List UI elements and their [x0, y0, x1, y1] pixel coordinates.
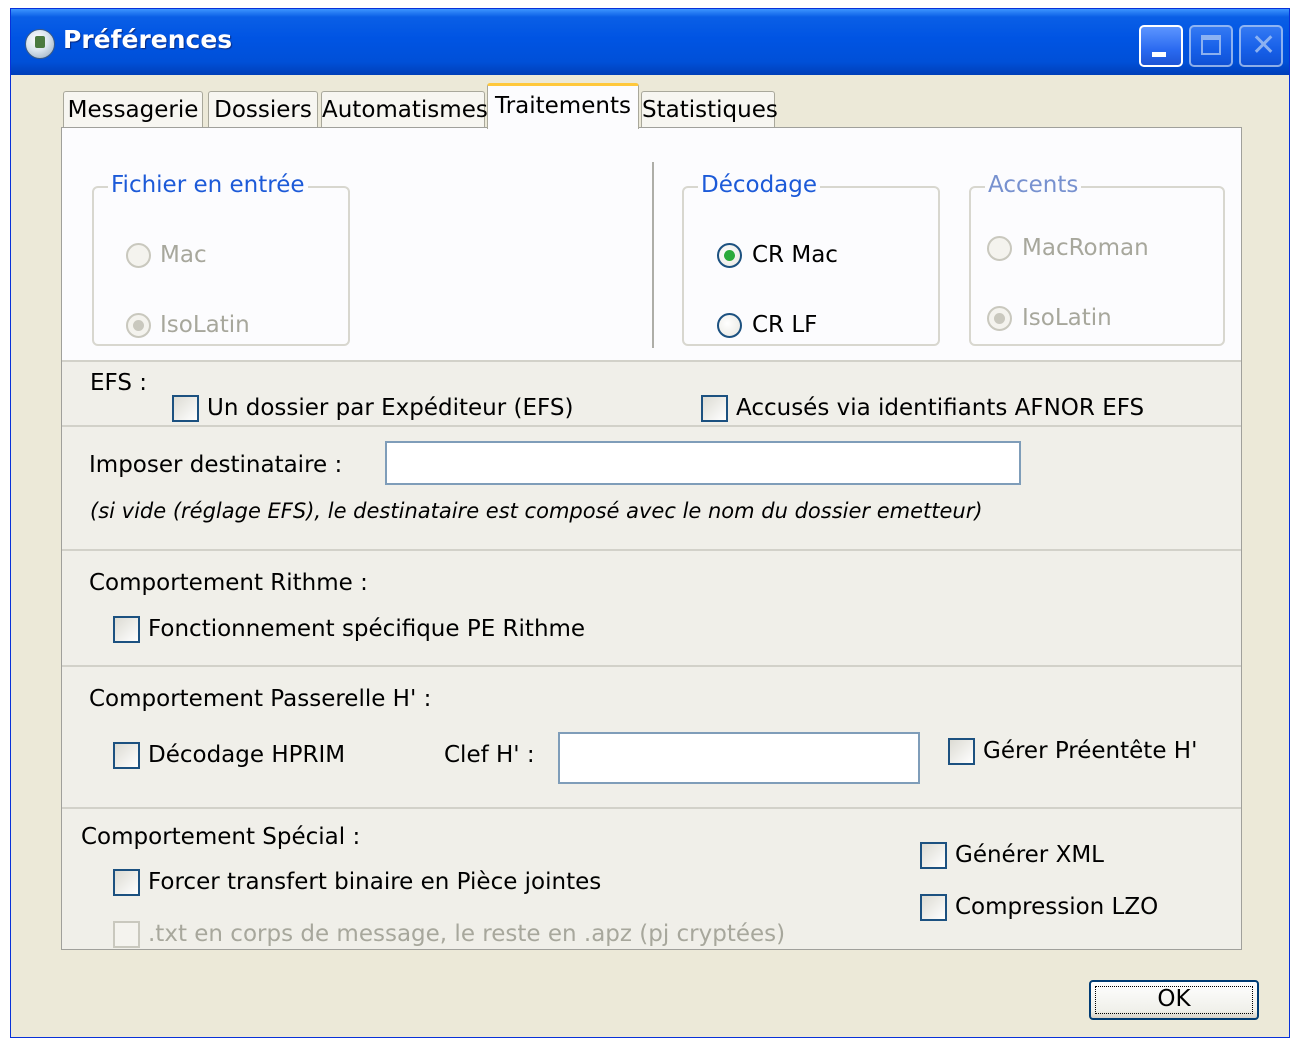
preferences-window: Préférences ✕ Messagerie Dossiers Automa… [10, 8, 1290, 1038]
efs-dossier-checkbox[interactable] [172, 395, 199, 422]
passerelle-label: Comportement Passerelle H' : [89, 686, 432, 712]
preentete-checkbox[interactable] [948, 738, 975, 765]
tab-statistiques[interactable]: Statistiques [641, 91, 778, 129]
separator-special [62, 807, 1241, 809]
accents-macroman-radio [987, 236, 1012, 261]
efs-afnor-label[interactable]: Accusés via identifiants AFNOR EFS [736, 393, 1144, 423]
rithme-label: Comportement Rithme : [89, 570, 368, 596]
fichier-isolatin-label: IsoLatin [160, 312, 250, 338]
decodage-crmac-radio[interactable] [717, 243, 742, 268]
ok-label: OK [1157, 986, 1191, 1012]
minimize-button[interactable] [1139, 25, 1183, 67]
efs-label: EFS : [90, 370, 148, 396]
special-label: Comportement Spécial : [81, 824, 361, 850]
accents-legend: Accents [985, 170, 1082, 200]
tab-traitements[interactable]: Traitements [487, 83, 639, 129]
txt-corps-label: .txt en corps de message, le reste en .a… [148, 921, 786, 947]
fichier-isolatin-radio [126, 313, 151, 338]
hprim-label[interactable]: Décodage HPRIM [148, 740, 345, 770]
generer-xml-checkbox[interactable] [920, 842, 947, 869]
destinataire-label: Imposer destinataire : [89, 452, 343, 478]
window-title: Préférences [63, 25, 233, 54]
close-button: ✕ [1239, 25, 1283, 67]
traitements-pane: Fichier en entrée Mac IsoLatin Décodage … [61, 127, 1242, 950]
title-bar[interactable]: Préférences ✕ [11, 9, 1289, 75]
decodage-crlf-label[interactable]: CR LF [752, 310, 817, 340]
compression-lzo-checkbox[interactable] [920, 894, 947, 921]
maximize-button [1189, 25, 1233, 67]
fichier-mac-label: Mac [160, 242, 207, 268]
destinataire-hint: (si vide (réglage EFS), le destinataire … [90, 499, 983, 523]
clef-label: Clef H' : [444, 742, 535, 768]
separator-passerelle [62, 665, 1241, 667]
separator-destinataire [62, 425, 1241, 427]
decodage-crlf-radio[interactable] [717, 313, 742, 338]
generer-xml-label[interactable]: Générer XML [955, 840, 1104, 870]
vertical-separator [652, 162, 654, 348]
tab-dossiers[interactable]: Dossiers [208, 91, 318, 129]
preentete-label[interactable]: Gérer Préentête H' [983, 736, 1197, 766]
tab-messagerie[interactable]: Messagerie [63, 91, 203, 129]
forcer-binaire-label[interactable]: Forcer transfert binaire en Pièce jointe… [148, 867, 601, 897]
fichier-entree-legend: Fichier en entrée [108, 170, 308, 200]
maximize-icon [1201, 35, 1221, 55]
hprim-checkbox[interactable] [113, 742, 140, 769]
forcer-binaire-checkbox[interactable] [113, 869, 140, 896]
close-icon: ✕ [1251, 28, 1277, 63]
compression-lzo-label[interactable]: Compression LZO [955, 892, 1158, 922]
clef-input[interactable] [558, 732, 920, 784]
efs-dossier-label[interactable]: Un dossier par Expéditeur (EFS) [207, 393, 573, 423]
fichier-mac-radio [126, 243, 151, 268]
accents-macroman-label: MacRoman [1022, 235, 1149, 261]
decodage-legend: Décodage [698, 170, 821, 200]
decodage-crmac-label[interactable]: CR Mac [752, 240, 838, 270]
accents-isolatin-label: IsoLatin [1022, 305, 1112, 331]
rithme-specifique-label[interactable]: Fonctionnement spécifique PE Rithme [148, 614, 585, 644]
txt-corps-checkbox [113, 921, 140, 948]
app-icon [25, 29, 55, 59]
minimize-icon [1152, 52, 1166, 57]
efs-afnor-checkbox[interactable] [701, 395, 728, 422]
ok-button[interactable]: OK [1089, 980, 1259, 1020]
accents-isolatin-radio [987, 306, 1012, 331]
rithme-specifique-checkbox[interactable] [113, 616, 140, 643]
separator-efs [62, 360, 1241, 362]
tab-automatismes[interactable]: Automatismes [321, 91, 488, 129]
separator-rithme [62, 549, 1241, 551]
destinataire-input[interactable] [385, 441, 1021, 485]
